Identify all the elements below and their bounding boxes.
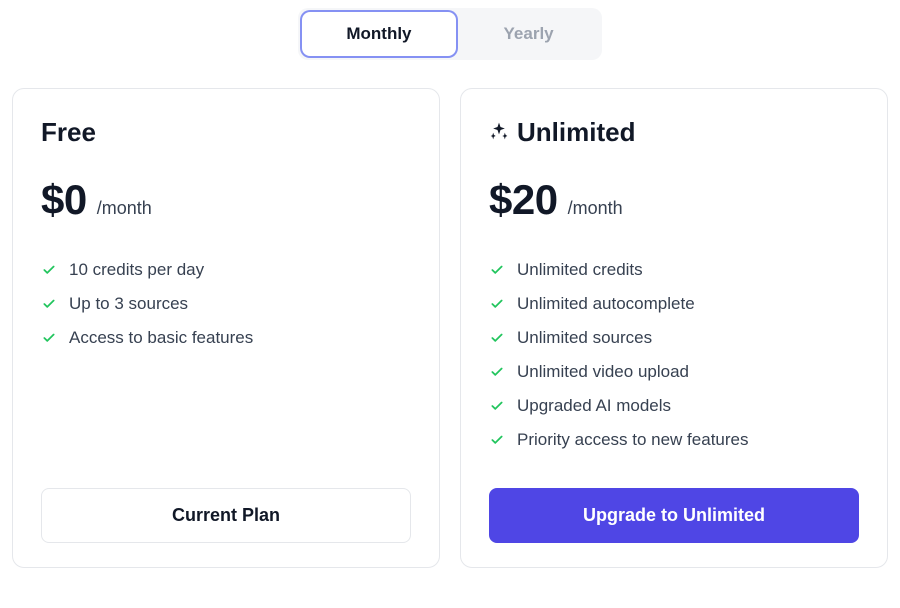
sparkle-icon xyxy=(489,121,509,145)
toggle-yearly-button[interactable]: Yearly xyxy=(460,12,598,56)
billing-toggle-wrap: Monthly Yearly xyxy=(298,8,601,60)
check-icon xyxy=(489,262,505,278)
plan-free-price: $0 xyxy=(41,176,87,224)
list-item: Priority access to new features xyxy=(489,430,859,450)
feature-text: Upgraded AI models xyxy=(517,396,671,416)
feature-text: Priority access to new features xyxy=(517,430,748,450)
plan-unlimited-header: Unlimited xyxy=(489,117,859,148)
check-icon xyxy=(41,330,57,346)
check-icon xyxy=(489,330,505,346)
pricing-plans: Free $0 /month 10 credits per day Up to … xyxy=(8,88,892,568)
list-item: 10 credits per day xyxy=(41,260,411,280)
feature-text: Unlimited video upload xyxy=(517,362,689,382)
upgrade-button[interactable]: Upgrade to Unlimited xyxy=(489,488,859,543)
plan-unlimited-features: Unlimited credits Unlimited autocomplete… xyxy=(489,260,859,464)
plan-free-header: Free xyxy=(41,117,411,148)
list-item: Upgraded AI models xyxy=(489,396,859,416)
plan-free-features: 10 credits per day Up to 3 sources Acces… xyxy=(41,260,411,464)
plan-unlimited: Unlimited $20 /month Unlimited credits U… xyxy=(460,88,888,568)
feature-text: Up to 3 sources xyxy=(69,294,188,314)
plan-unlimited-price: $20 xyxy=(489,176,558,224)
current-plan-button[interactable]: Current Plan xyxy=(41,488,411,543)
plan-free: Free $0 /month 10 credits per day Up to … xyxy=(12,88,440,568)
feature-text: Unlimited sources xyxy=(517,328,652,348)
plan-free-price-row: $0 /month xyxy=(41,176,411,224)
toggle-monthly-button[interactable]: Monthly xyxy=(302,12,455,56)
feature-text: Unlimited credits xyxy=(517,260,643,280)
check-icon xyxy=(489,432,505,448)
check-icon xyxy=(489,398,505,414)
billing-toggle-group: Monthly Yearly xyxy=(8,8,892,60)
feature-text: Unlimited autocomplete xyxy=(517,294,695,314)
plan-free-period: /month xyxy=(97,198,152,219)
list-item: Access to basic features xyxy=(41,328,411,348)
list-item: Unlimited sources xyxy=(489,328,859,348)
feature-text: 10 credits per day xyxy=(69,260,204,280)
check-icon xyxy=(41,262,57,278)
plan-unlimited-period: /month xyxy=(568,198,623,219)
feature-text: Access to basic features xyxy=(69,328,253,348)
list-item: Unlimited video upload xyxy=(489,362,859,382)
list-item: Up to 3 sources xyxy=(41,294,411,314)
plan-free-title: Free xyxy=(41,117,96,148)
check-icon xyxy=(41,296,57,312)
check-icon xyxy=(489,364,505,380)
check-icon xyxy=(489,296,505,312)
plan-unlimited-title: Unlimited xyxy=(517,117,635,148)
list-item: Unlimited credits xyxy=(489,260,859,280)
list-item: Unlimited autocomplete xyxy=(489,294,859,314)
plan-unlimited-price-row: $20 /month xyxy=(489,176,859,224)
